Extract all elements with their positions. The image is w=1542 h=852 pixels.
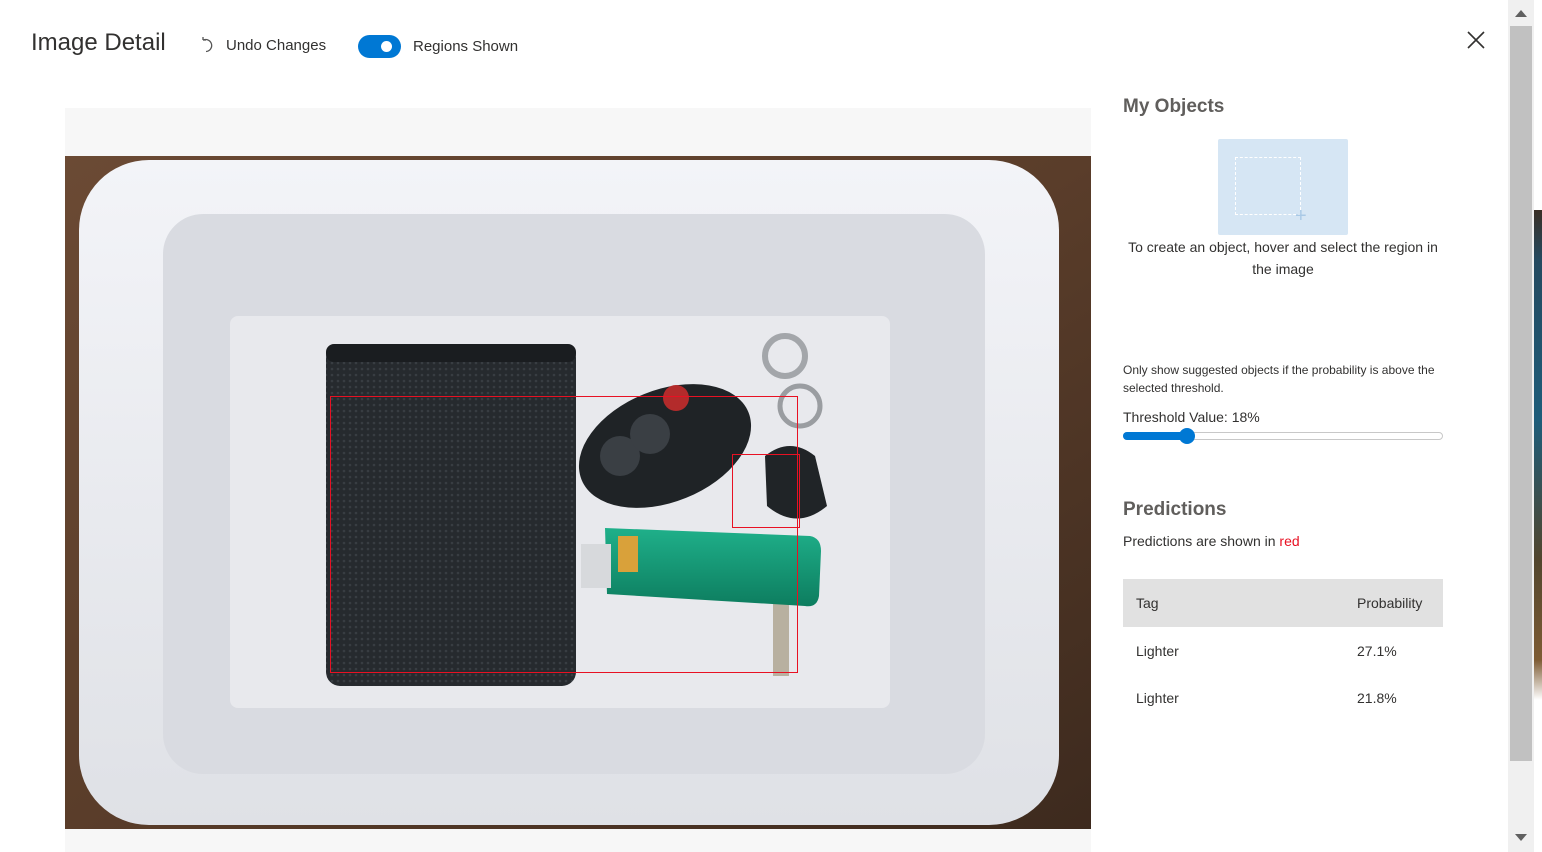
prediction-region-lighter-2[interactable] [732,454,800,528]
toggle-knob [381,40,392,52]
column-header-tag[interactable]: Tag [1123,595,1343,611]
predictions-note: Predictions are shown in red [1123,533,1300,549]
wallet-edge [326,344,576,362]
my-objects-title: My Objects [1123,96,1225,117]
row-tag: Lighter [1136,689,1179,706]
create-object-placeholder: + [1218,139,1348,235]
close-icon [1467,31,1485,49]
threshold-value-label: Threshold Value: 18% [1123,409,1260,425]
close-button[interactable] [1463,27,1489,53]
scrollbar-thumb[interactable] [1510,26,1532,761]
vertical-scrollbar[interactable] [1508,0,1534,852]
predictions-table: Tag Probability Lighter 27.1% Lighter 21… [1123,579,1443,721]
prediction-region-lighter-1[interactable] [330,396,798,673]
scroll-down-icon[interactable] [1515,834,1527,841]
plus-icon: + [1295,205,1307,227]
table-row[interactable]: Lighter 21.8% [1123,674,1443,721]
undo-changes-button[interactable]: Undo Changes [200,34,326,56]
slider-thumb[interactable] [1179,428,1195,444]
table-row[interactable]: Lighter 27.1% [1123,627,1443,674]
create-object-hint: To create an object, hover and select th… [1128,239,1438,277]
image-viewer[interactable] [65,108,1091,852]
page-title: Image Detail [31,29,166,56]
column-header-probability[interactable]: Probability [1343,595,1443,611]
predictions-title: Predictions [1123,499,1227,520]
regions-toggle-group: Regions Shown [358,34,518,58]
threshold-slider[interactable] [1123,428,1443,444]
threshold-hint: Only show suggested objects if the proba… [1123,363,1435,395]
undo-changes-label: Undo Changes [226,36,327,54]
background-window-edge [1534,0,1542,852]
regions-toggle-label: Regions Shown [413,37,519,55]
undo-icon [200,36,216,54]
predictions-note-text: Predictions are shown in [1123,533,1280,549]
slider-fill [1123,432,1187,440]
row-probability: 21.8% [1357,689,1397,706]
row-tag: Lighter [1136,642,1179,659]
row-probability: 27.1% [1357,642,1397,659]
predictions-note-color-word: red [1279,533,1300,549]
add-region-icon [1235,157,1301,215]
table-header: Tag Probability [1123,579,1443,627]
regions-toggle[interactable] [358,34,401,58]
scroll-up-icon[interactable] [1515,10,1527,17]
